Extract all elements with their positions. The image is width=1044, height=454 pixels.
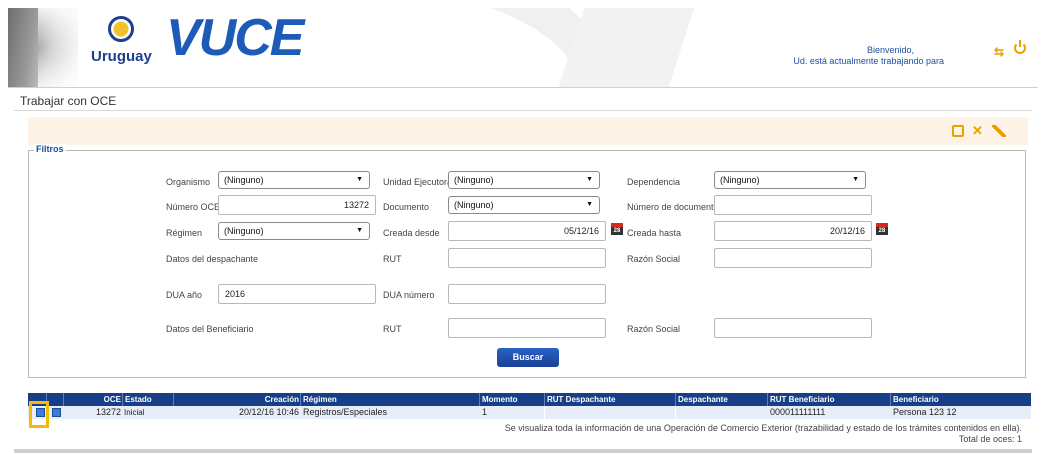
total-count: Total de oces: 1 [505, 434, 1022, 445]
cell-rut-despachante [544, 406, 675, 419]
title-divider [14, 110, 1032, 111]
regimen-value: (Ninguno) [224, 226, 264, 236]
print-icon[interactable] [952, 125, 964, 137]
chevron-down-icon: ▼ [356, 227, 363, 234]
cell-regimen: Registros/Especiales [303, 407, 388, 417]
welcome-message: Bienvenido, Ud. está actualmente trabaja… [793, 45, 944, 67]
dua-anio-input[interactable]: 2016 [218, 284, 376, 304]
welcome-line2: Ud. está actualmente trabajando para [793, 56, 944, 66]
organismo-value: (Ninguno) [224, 175, 264, 185]
rut-beneficiario-label: RUT [383, 324, 402, 334]
app-header: Uruguay VUCE Bienvenido, Ud. está actual… [8, 8, 1038, 88]
numero-oce-label: Número OCE [166, 202, 221, 212]
vuce-logo: VUCE [166, 9, 304, 67]
organismo-label: Organismo [166, 177, 211, 187]
creada-hasta-input[interactable]: 20/12/16 [714, 221, 872, 241]
logo-country-text: Uruguay [91, 48, 152, 65]
page-title: Trabajar con OCE [20, 94, 117, 108]
column-header-rut-beneficiario[interactable]: RUT Beneficiario [767, 393, 890, 406]
razon-social-despachante-label: Razón Social [627, 254, 681, 264]
dua-numero-input[interactable] [448, 284, 606, 304]
unidad-ejecutora-label: Unidad Ejecutora [383, 177, 453, 187]
datos-despachante-label: Datos del despachante [166, 254, 259, 264]
documento-label: Documento [383, 202, 430, 212]
toolbar: ✕ [28, 117, 1028, 145]
calendar-icon[interactable]: 28 [876, 223, 888, 235]
regimen-label: Régimen [166, 228, 203, 238]
calendar-icon[interactable]: 28 [611, 223, 623, 235]
numero-documento-input[interactable] [714, 195, 872, 215]
header-divider [8, 87, 1038, 88]
razon-social-despachante-input[interactable] [714, 248, 872, 268]
regimen-select[interactable]: (Ninguno) ▼ [218, 222, 370, 240]
cell-beneficiario: Persona 123 12 [893, 407, 957, 417]
cell-rut-beneficiario: 000011111111 [770, 407, 826, 417]
edit-document-icon[interactable] [52, 408, 61, 417]
broom-icon[interactable] [992, 125, 1006, 137]
unidad-ejecutora-value: (Ninguno) [454, 175, 494, 185]
unidad-ejecutora-select[interactable]: (Ninguno) ▼ [448, 171, 600, 189]
table-row[interactable]: 13272 Inicial 20/12/16 10:46 Registros/E… [28, 406, 1031, 419]
razon-social-beneficiario-label: Razón Social [627, 324, 681, 334]
organismo-select[interactable]: (Ninguno) ▼ [218, 171, 370, 189]
dua-anio-label: DUA año [166, 290, 203, 300]
switch-user-icon[interactable]: ⇆ [994, 45, 1004, 59]
dua-numero-label: DUA número [383, 290, 435, 300]
selection-highlight [29, 401, 49, 428]
welcome-line1: Bienvenido, [866, 45, 914, 55]
cell-oce: 13272 [95, 407, 121, 417]
cell-momento: 1 [482, 407, 488, 417]
documento-value: (Ninguno) [454, 200, 494, 210]
rut-despachante-label: RUT [383, 254, 402, 264]
column-header-momento[interactable]: Momento [479, 393, 544, 406]
column-header-despachante[interactable]: Despachante [675, 393, 767, 406]
cell-despachante [675, 406, 767, 419]
column-header-estado[interactable]: Estado [122, 393, 173, 406]
chevron-down-icon: ▼ [356, 176, 363, 183]
filters-legend: Filtros [34, 144, 66, 154]
header-photo [8, 8, 98, 88]
razon-social-beneficiario-input[interactable] [714, 318, 872, 338]
creada-hasta-label: Creada hasta [627, 228, 682, 238]
numero-documento-label: Número de documento [627, 202, 719, 212]
creada-desde-label: Creada desde [383, 228, 440, 238]
info-note: Se visualiza toda la información de una … [504, 423, 1022, 433]
column-header-rut-despachante[interactable]: RUT Despachante [544, 393, 675, 406]
toolbar-icons: ✕ [952, 124, 1006, 137]
cell-creacion: 20/12/16 10:46 [238, 407, 299, 417]
numero-oce-input[interactable]: 13272 [218, 195, 376, 215]
chevron-down-icon: ▼ [586, 201, 593, 208]
close-icon[interactable]: ✕ [972, 124, 984, 137]
rut-beneficiario-input[interactable] [448, 318, 606, 338]
dependencia-select[interactable]: (Ninguno) ▼ [714, 171, 866, 189]
table-footer: Se visualiza toda la información de una … [505, 423, 1022, 445]
dependencia-value: (Ninguno) [720, 175, 760, 185]
column-header-beneficiario[interactable]: Beneficiario [890, 393, 1031, 406]
chevron-down-icon: ▼ [586, 176, 593, 183]
dependencia-label: Dependencia [627, 177, 681, 187]
creada-desde-input[interactable]: 05/12/16 [448, 221, 606, 241]
results-table-header: OCE Estado Creación Régimen Momento RUT … [28, 393, 1031, 406]
column-header-oce[interactable]: OCE [63, 393, 122, 406]
column-header-regimen[interactable]: Régimen [300, 393, 479, 406]
documento-select[interactable]: (Ninguno) ▼ [448, 196, 600, 214]
column-header-creacion[interactable]: Creación [173, 393, 300, 406]
search-button[interactable]: Buscar [497, 348, 559, 367]
cell-estado: Inicial [124, 408, 145, 417]
rut-despachante-input[interactable] [448, 248, 606, 268]
datos-beneficiario-label: Datos del Beneficiario [166, 324, 254, 334]
chevron-down-icon: ▼ [852, 176, 859, 183]
total-label: Total de oces: [958, 434, 1015, 444]
footer-divider [14, 449, 1032, 453]
uruguay-sun-logo-icon [108, 16, 134, 42]
total-value: 1 [1016, 434, 1022, 444]
power-logout-icon[interactable] [1014, 40, 1026, 54]
